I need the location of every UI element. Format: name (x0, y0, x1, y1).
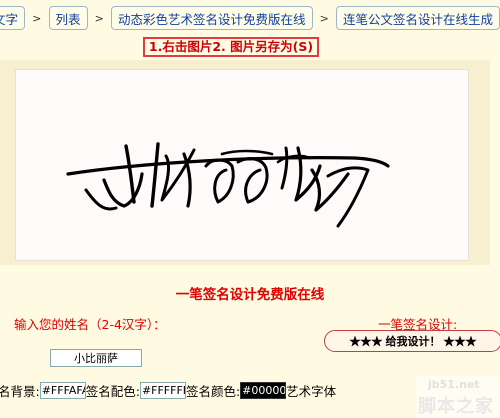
signature-image[interactable] (15, 69, 469, 261)
crumb-official-signature[interactable]: 连笔公文签名设计在线生成 (336, 6, 500, 30)
name-label: 输入您的姓名（2-4汉字）： (14, 317, 166, 332)
signature-frame (0, 60, 490, 265)
match-color-input[interactable]: #FFFFFF (139, 381, 186, 399)
page-title: 一笔签名设计免费版在线 (175, 287, 325, 303)
name-input[interactable] (50, 349, 142, 367)
match-color-label: 签名配色: (85, 383, 140, 399)
breadcrumb-separator: > (32, 11, 42, 25)
crumb-text[interactable]: 文字 (0, 6, 26, 30)
breadcrumb-separator: > (319, 11, 329, 25)
breadcrumb: 文字 > 列表 > 动态彩色艺术签名设计免费版在线 > 连笔公文签名设计在线生成 (0, 0, 500, 36)
signature-color-label: 签名颜色: (185, 383, 241, 399)
crumb-dynamic-signature[interactable]: 动态彩色艺术签名设计免费版在线 (111, 6, 313, 30)
design-submit-button[interactable]: ★★★ 给我设计！ ★★★ (324, 330, 500, 352)
watermark-url: jb51.net (428, 378, 480, 391)
font-label: 艺术字体 (286, 383, 337, 399)
background-color-input[interactable]: #FFFAFA (39, 381, 86, 399)
watermark-text: 脚本之家 (418, 396, 494, 417)
signature-color-input[interactable]: #000000 (240, 381, 287, 399)
signature-strokes (66, 142, 390, 228)
save-image-hint: 1.右击图片2. 图片另存为(S) (143, 37, 319, 57)
crumb-list[interactable]: 列表 (48, 6, 88, 30)
breadcrumb-separator: > (94, 11, 104, 25)
background-label: 名背景: (0, 383, 40, 399)
